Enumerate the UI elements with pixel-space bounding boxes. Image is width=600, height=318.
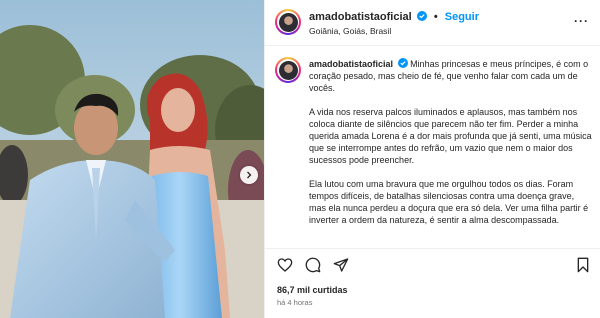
caption-section: amadobatistaoficial Minhas princesas e m… <box>265 46 600 246</box>
chevron-right-icon <box>247 171 252 179</box>
username-link[interactable]: amadobatistaoficial <box>309 11 412 23</box>
avatar[interactable] <box>275 57 301 83</box>
verified-badge-icon <box>397 58 408 68</box>
separator-dot: • <box>433 11 438 23</box>
heart-icon[interactable] <box>277 257 293 273</box>
likes-count[interactable]: 86,7 mil curtidas <box>277 285 348 295</box>
post-header: amadobatistaoficial • Seguir Goiânia, Go… <box>265 0 600 46</box>
caption-paragraph-2: A vida nos reserva palcos iluminados e a… <box>309 107 592 165</box>
caption-username[interactable]: amadobatistaoficial <box>309 59 393 69</box>
follow-button[interactable]: Seguir <box>445 11 479 23</box>
send-icon[interactable] <box>333 257 349 273</box>
carousel-next-button[interactable] <box>240 166 258 184</box>
verified-badge-icon <box>416 11 427 21</box>
more-options-icon[interactable]: ··· <box>574 14 589 28</box>
post-timestamp[interactable]: há 4 horas <box>277 298 312 307</box>
avatar[interactable] <box>275 9 301 35</box>
post-details-panel: amadobatistaoficial • Seguir Goiânia, Go… <box>264 0 600 318</box>
bookmark-icon[interactable] <box>575 257 591 273</box>
location-link[interactable]: Goiânia, Goiás, Brasil <box>309 26 391 36</box>
caption-paragraph-3: Ela lutou com uma bravura que me orgulho… <box>309 179 589 225</box>
caption-paragraph: amadobatistaoficial Minhas princesas e m… <box>309 58 592 94</box>
action-bar <box>265 248 600 280</box>
post-photo <box>0 0 264 318</box>
comment-icon[interactable] <box>305 257 321 273</box>
caption-text: amadobatistaoficial Minhas princesas e m… <box>309 58 592 238</box>
photo-image <box>0 0 264 318</box>
